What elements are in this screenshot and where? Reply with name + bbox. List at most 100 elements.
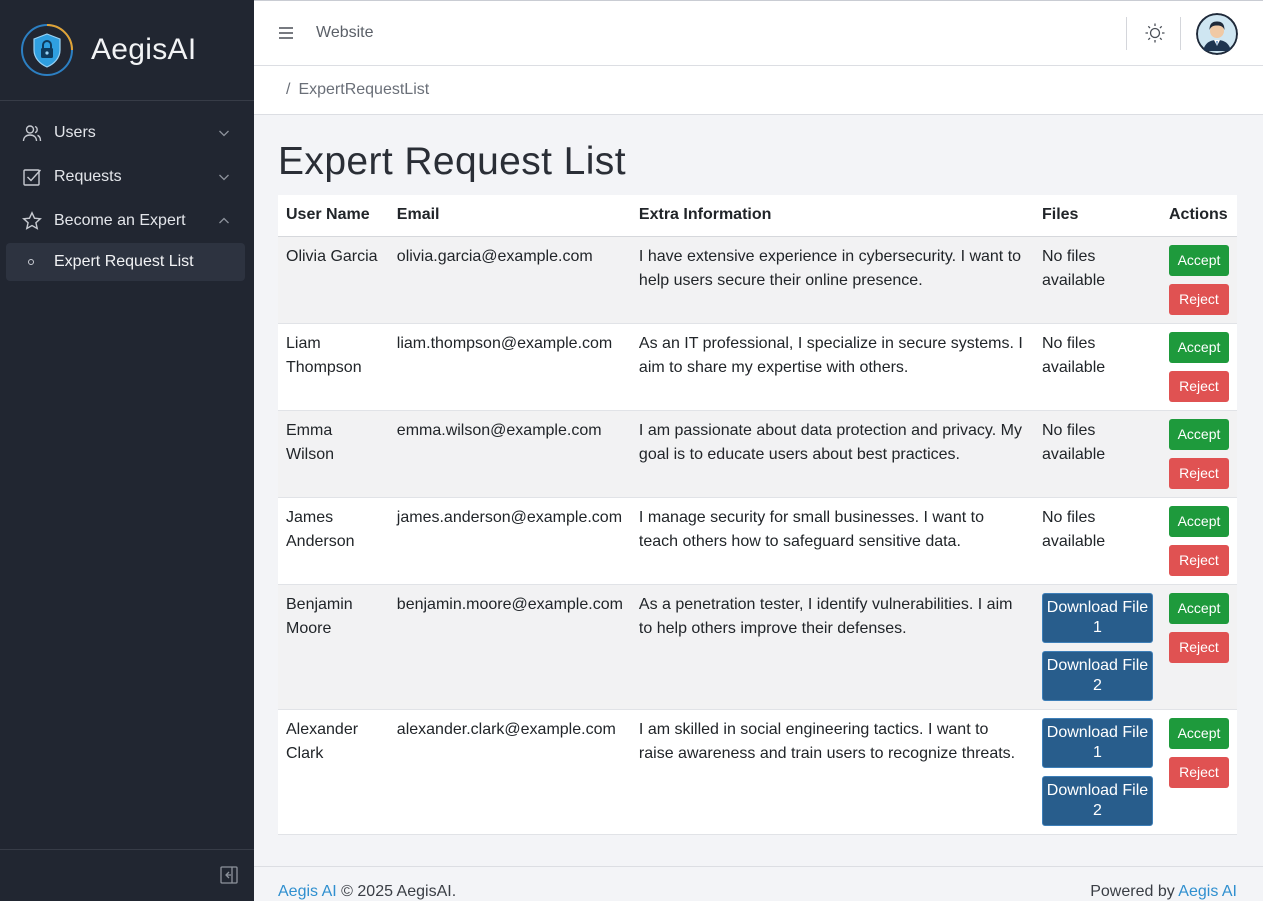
cell-user-name: Benjamin Moore — [278, 584, 389, 710]
star-icon — [22, 211, 42, 231]
cell-files: Download File 1 Download File 2 — [1033, 709, 1161, 835]
sidebar-item-label: Users — [54, 124, 96, 141]
column-header-extra-information: Extra Information — [630, 195, 1034, 237]
brand[interactable]: AegisAI — [0, 0, 254, 101]
page-title: Expert Request List — [278, 140, 626, 183]
cell-actions: Accept Reject — [1160, 323, 1237, 411]
accept-button[interactable]: Accept — [1168, 418, 1229, 450]
cell-actions: Accept Reject — [1160, 709, 1237, 835]
footer-powered-by-text: Powered by — [1090, 883, 1175, 900]
cell-actions: Accept Reject — [1160, 497, 1237, 585]
download-file-2-button[interactable]: Download File 2 — [1041, 775, 1153, 826]
sun-theme-icon[interactable] — [1144, 22, 1166, 44]
cell-user-name: Alexander Clark — [278, 709, 389, 835]
website-link[interactable]: Website — [316, 24, 374, 42]
user-avatar[interactable] — [1196, 13, 1238, 55]
users-icon — [22, 123, 42, 143]
sidebar-nav: Users Requests Become an Expert Expert R… — [0, 101, 254, 281]
expert-request-table-wrapper: User Name Email Extra Information Files … — [278, 195, 1237, 835]
reject-button[interactable]: Reject — [1168, 283, 1229, 315]
column-header-user-name: User Name — [278, 195, 389, 237]
top-header: Website — [254, 0, 1263, 66]
sidebar-item-become-an-expert[interactable]: Become an Expert — [0, 199, 254, 243]
reject-button[interactable]: Reject — [1168, 544, 1229, 576]
cell-email: olivia.garcia@example.com — [388, 236, 631, 324]
table-row: Olivia Garcia olivia.garcia@example.com I … — [278, 236, 1237, 324]
cell-user-name: Olivia Garcia — [278, 236, 389, 324]
no-files-text: No files available — [1041, 247, 1106, 289]
accept-button[interactable]: Accept — [1168, 592, 1229, 624]
sidebar: AegisAI Users Requests Become an Expert … — [0, 0, 254, 901]
footer-aegis-link[interactable]: Aegis AI — [278, 883, 337, 900]
download-file-1-button[interactable]: Download File 1 — [1041, 592, 1153, 643]
cell-email: emma.wilson@example.com — [388, 410, 631, 498]
check-square-icon — [22, 167, 42, 187]
download-file-1-button[interactable]: Download File 1 — [1041, 717, 1153, 768]
table-row: Emma Wilson emma.wilson@example.com I am p… — [278, 410, 1237, 498]
cell-extra-information: I am skilled in social engineering tacti… — [630, 709, 1034, 835]
footer-powered-by: Powered by Aegis AI — [1090, 883, 1237, 901]
no-files-text: No files available — [1041, 421, 1106, 463]
sidebar-item-label: Requests — [54, 168, 122, 185]
chevron-down-icon — [219, 130, 229, 137]
no-files-text: No files available — [1041, 508, 1106, 550]
sidebar-collapse-icon[interactable] — [220, 866, 238, 884]
expert-request-table: User Name Email Extra Information Files … — [278, 195, 1237, 835]
accept-button[interactable]: Accept — [1168, 717, 1229, 749]
column-header-email: Email — [388, 195, 631, 237]
sidebar-item-requests[interactable]: Requests — [0, 155, 254, 199]
column-header-actions: Actions — [1160, 195, 1237, 237]
header-divider — [1180, 17, 1181, 50]
table-header-row: User Name Email Extra Information Files … — [278, 195, 1237, 237]
footer-powered-by-link[interactable]: Aegis AI — [1178, 883, 1237, 900]
table-row: Alexander Clark alexander.clark@example.c… — [278, 709, 1237, 835]
cell-user-name: Liam Thompson — [278, 323, 389, 411]
table-row: Liam Thompson liam.thompson@example.com As… — [278, 323, 1237, 411]
download-file-2-button[interactable]: Download File 2 — [1041, 650, 1153, 701]
cell-files: No files available — [1033, 410, 1161, 498]
accept-button[interactable]: Accept — [1168, 505, 1229, 537]
cell-extra-information: I have extensive experience in cybersecu… — [630, 236, 1034, 324]
reject-button[interactable]: Reject — [1168, 457, 1229, 489]
page-footer: Aegis AI © 2025 AegisAI. Powered by Aegi… — [254, 866, 1263, 901]
reject-button[interactable]: Reject — [1168, 370, 1229, 402]
cell-files: No files available — [1033, 323, 1161, 411]
cell-files: No files available — [1033, 497, 1161, 585]
accept-button[interactable]: Accept — [1168, 331, 1229, 363]
no-files-text: No files available — [1041, 334, 1106, 376]
sidebar-footer — [0, 849, 254, 901]
cell-email: benjamin.moore@example.com — [388, 584, 631, 710]
cell-extra-information: I manage security for small businesses. … — [630, 497, 1034, 585]
column-header-files: Files — [1033, 195, 1161, 237]
cell-email: james.anderson@example.com — [388, 497, 631, 585]
cell-actions: Accept Reject — [1160, 410, 1237, 498]
cell-actions: Accept Reject — [1160, 584, 1237, 710]
cell-files: Download File 1 Download File 2 — [1033, 584, 1161, 710]
reject-button[interactable]: Reject — [1168, 631, 1229, 663]
sidebar-item-label: Become an Expert — [54, 212, 186, 229]
cell-user-name: James Anderson — [278, 497, 389, 585]
accept-button[interactable]: Accept — [1168, 244, 1229, 276]
chevron-up-icon — [219, 217, 229, 224]
sidebar-subitem-label: Expert Request List — [54, 253, 194, 270]
cell-extra-information: I am passionate about data protection an… — [630, 410, 1034, 498]
footer-copyright: Aegis AI © 2025 AegisAI. — [278, 883, 456, 901]
chevron-down-icon — [219, 174, 229, 181]
reject-button[interactable]: Reject — [1168, 756, 1229, 788]
brand-name: AegisAI — [91, 33, 197, 66]
breadcrumb-current: ExpertRequestList — [298, 81, 430, 98]
cell-files: No files available — [1033, 236, 1161, 324]
cell-extra-information: As a penetration tester, I identify vuln… — [630, 584, 1034, 710]
sidebar-item-users[interactable]: Users — [0, 111, 254, 155]
header-divider — [1126, 17, 1127, 50]
hamburger-menu-icon[interactable] — [278, 25, 294, 41]
cell-email: liam.thompson@example.com — [388, 323, 631, 411]
breadcrumb-separator: / — [286, 81, 291, 98]
cell-user-name: Emma Wilson — [278, 410, 389, 498]
breadcrumb: / ExpertRequestList — [254, 66, 1263, 115]
sidebar-subitem-expert-request-list[interactable]: Expert Request List — [6, 243, 245, 281]
footer-copyright-text: © 2025 AegisAI. — [341, 883, 457, 900]
table-row: James Anderson james.anderson@example.com… — [278, 497, 1237, 585]
cell-extra-information: As an IT professional, I specialize in s… — [630, 323, 1034, 411]
aegis-shield-logo-icon — [21, 24, 73, 76]
